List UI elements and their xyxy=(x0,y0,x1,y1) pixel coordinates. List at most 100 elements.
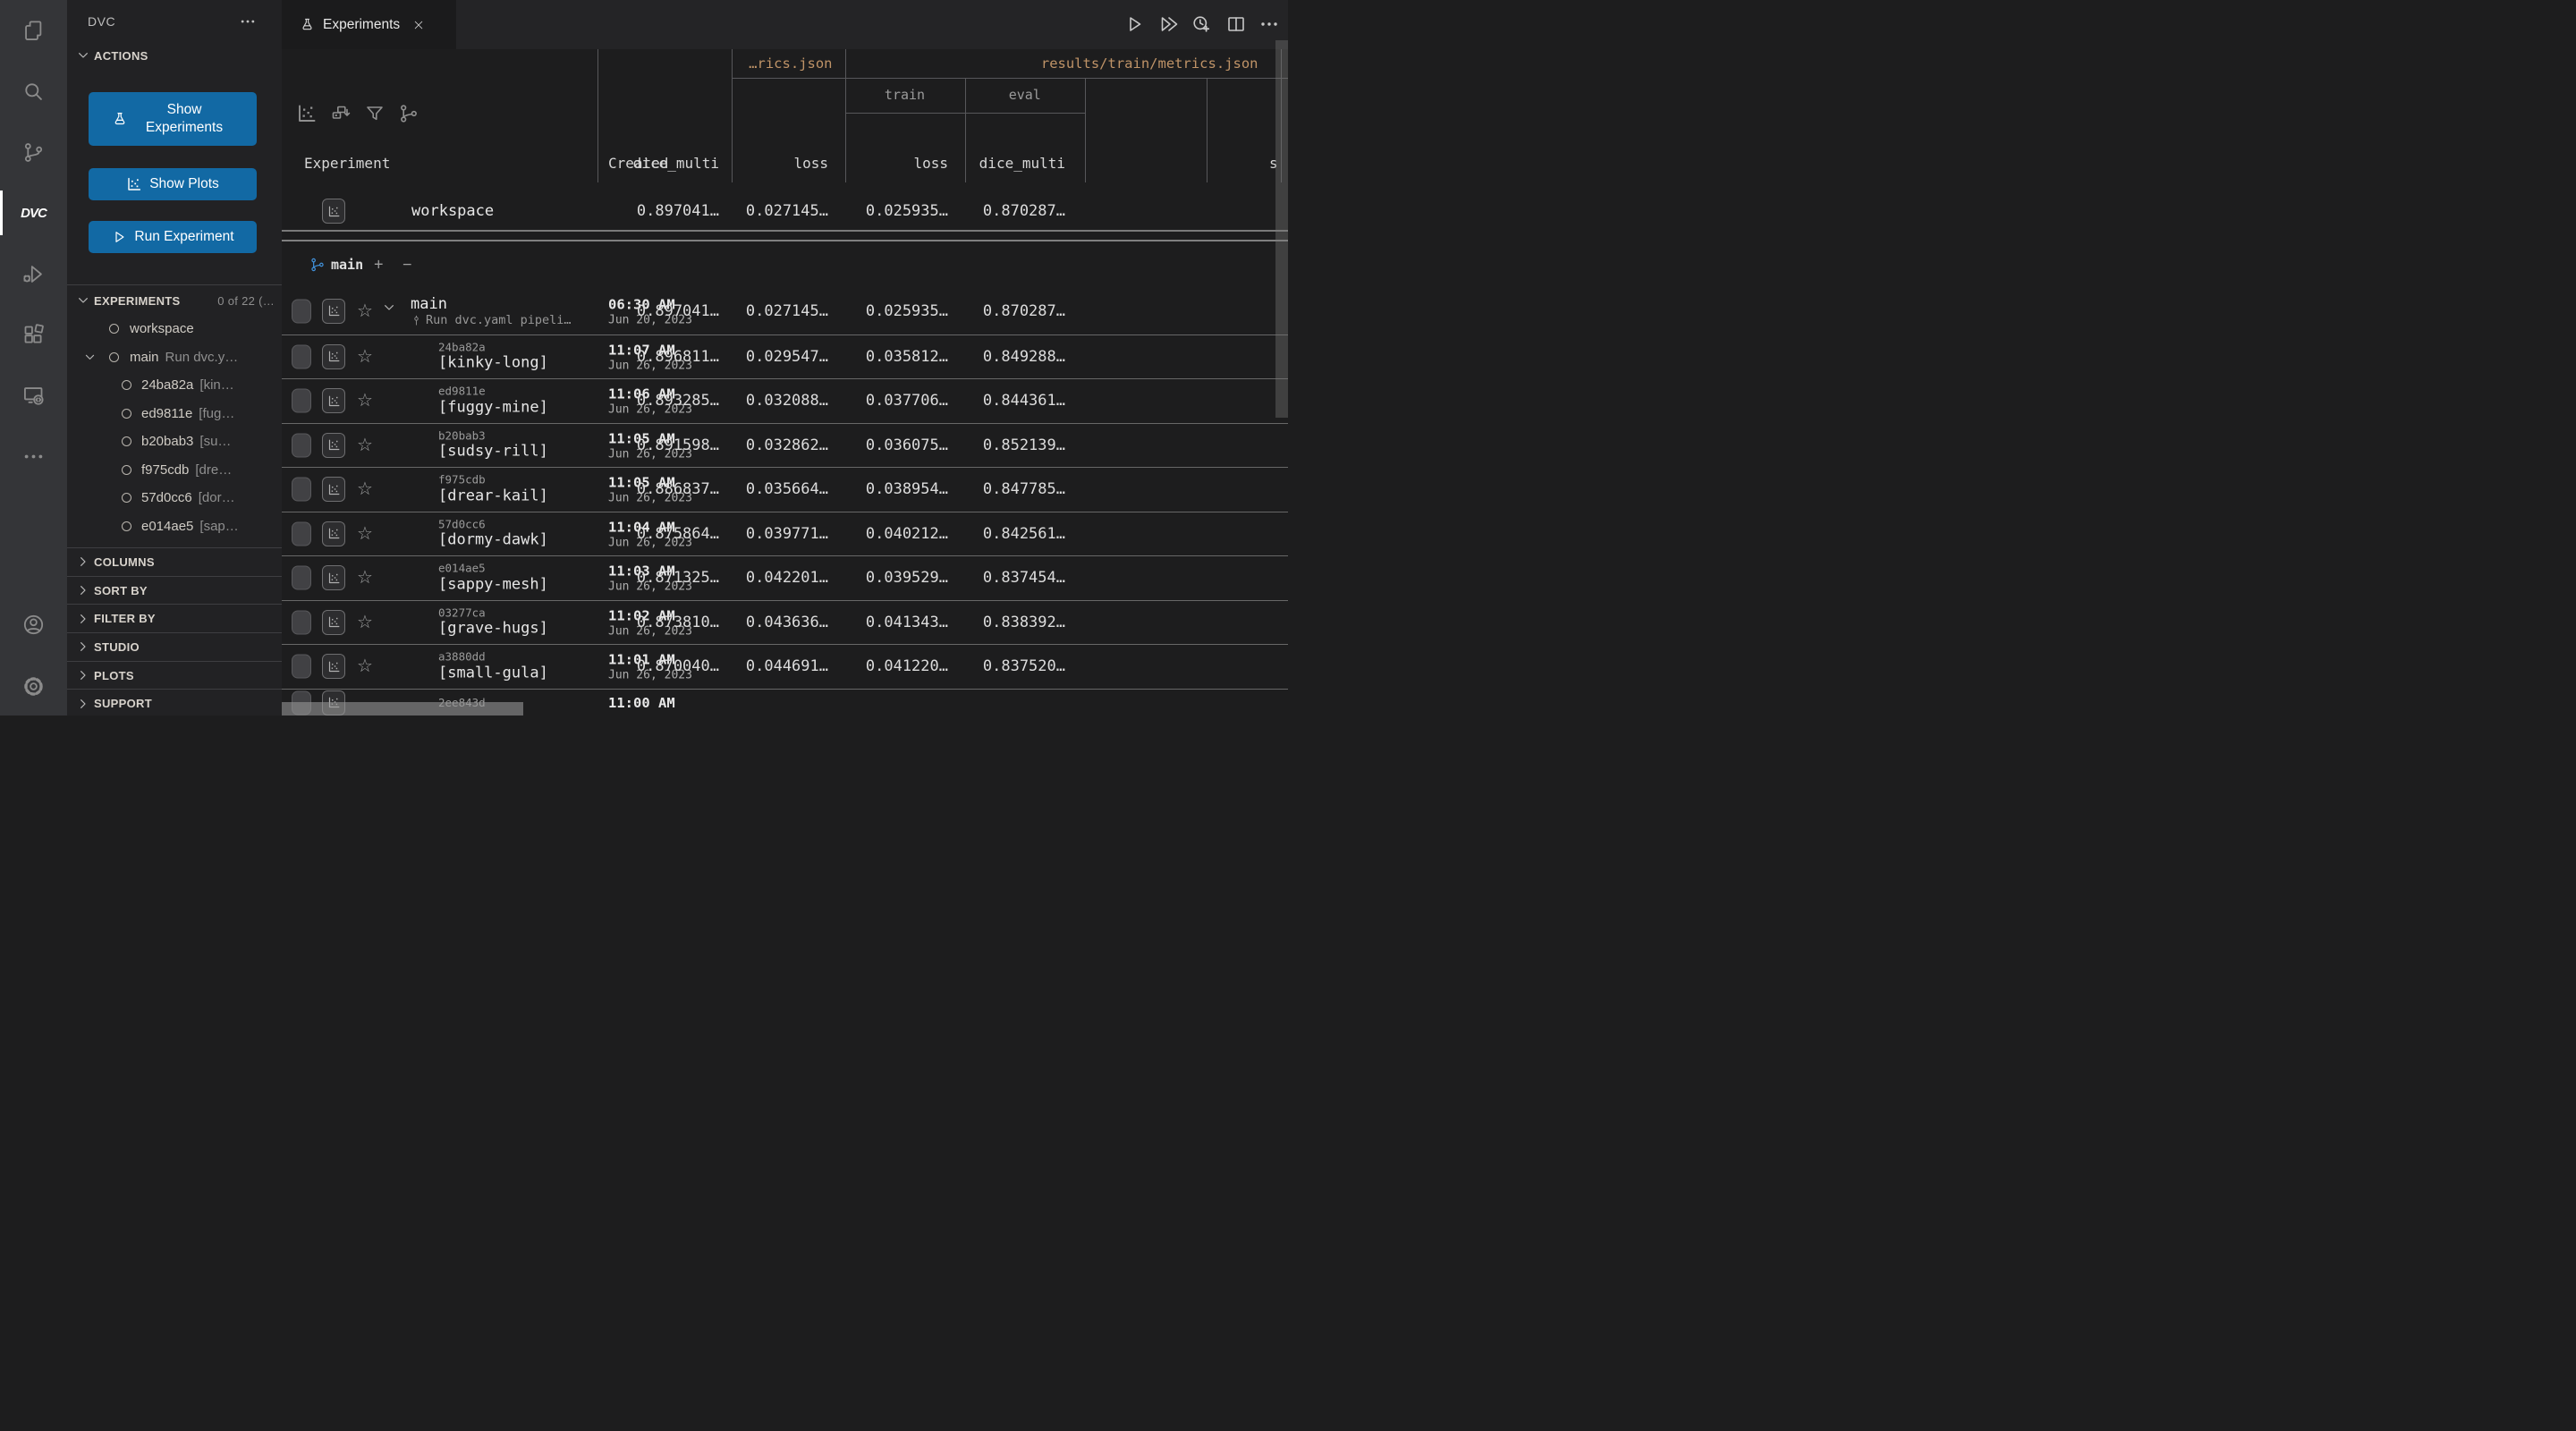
star-icon[interactable]: ☆ xyxy=(357,480,373,498)
run-experiment-button[interactable]: Run Experiment xyxy=(89,221,257,253)
sidebar-item-main[interactable]: mainRun dvc.y… xyxy=(67,343,282,372)
metrics-file-group[interactable]: …rics.json xyxy=(732,49,833,78)
plots-toggle-button[interactable] xyxy=(322,654,345,679)
activity-item-dvc[interactable]: DVC xyxy=(0,182,67,243)
plots-toggle-button[interactable] xyxy=(322,477,345,502)
sidebar-section-plots[interactable]: PLOTS xyxy=(67,661,282,690)
subgroup-eval[interactable]: eval xyxy=(965,78,1086,113)
sidebar-item-ed9811e[interactable]: ed9811e[fug… xyxy=(67,400,282,428)
filter-button[interactable] xyxy=(364,103,386,124)
add-to-queue-button[interactable] xyxy=(1191,13,1212,35)
activity-item-account[interactable] xyxy=(0,594,67,655)
star-icon[interactable]: ☆ xyxy=(357,302,373,320)
sidebar-section-studio[interactable]: STUDIO xyxy=(67,632,282,661)
col-dice-multi-train[interactable]: dice_multi xyxy=(979,155,1065,172)
activity-item-search[interactable] xyxy=(0,61,67,122)
col-dice-multi[interactable]: dice_multi xyxy=(633,155,719,172)
sidebar-item-24ba82a[interactable]: 24ba82a[kin… xyxy=(67,371,282,400)
plots-toggle-button[interactable] xyxy=(322,433,345,458)
add-branch-button[interactable]: + xyxy=(374,256,384,275)
sidebar-section-filter-by[interactable]: FILTER BY xyxy=(67,604,282,632)
table-row-a3880dd[interactable]: ☆a3880dd[small-gula]11:01 AMJun 26, 2023… xyxy=(282,645,1288,690)
sidebar-item-workspace[interactable]: workspace xyxy=(67,315,282,343)
row-checkbox[interactable] xyxy=(292,299,311,323)
activity-item-source-control[interactable] xyxy=(0,122,67,182)
metric-value: 0.893285… xyxy=(637,392,719,410)
more-actions-button[interactable] xyxy=(1258,13,1280,35)
plots-toggle-button[interactable] xyxy=(322,610,345,635)
plots-toggle-button[interactable] xyxy=(322,388,345,413)
chevron-down-icon[interactable] xyxy=(382,301,396,315)
activity-item-run-debug[interactable] xyxy=(0,243,67,304)
col-loss-train[interactable]: loss xyxy=(793,155,828,172)
star-icon[interactable]: ☆ xyxy=(357,392,373,410)
plots-toggle-button[interactable] xyxy=(322,199,345,224)
star-icon[interactable]: ☆ xyxy=(357,525,373,543)
experiment-cell: e014ae5[sappy-mesh] xyxy=(438,562,548,595)
star-icon[interactable]: ☆ xyxy=(357,614,373,631)
sidebar-item-f975cdb[interactable]: f975cdb[dre… xyxy=(67,456,282,485)
horizontal-scrollbar[interactable] xyxy=(282,702,523,716)
plots-toggle-button[interactable] xyxy=(322,521,345,546)
row-checkbox[interactable] xyxy=(292,655,311,679)
sidebar-section-support[interactable]: SUPPORT xyxy=(67,689,282,717)
plots-toggle-button[interactable] xyxy=(322,565,345,590)
col-experiment[interactable]: Experiment xyxy=(304,155,390,172)
row-checkbox[interactable] xyxy=(292,478,311,502)
metric-value: 0.035664… xyxy=(746,480,828,498)
sidebar-item-57d0cc6[interactable]: 57d0cc6[dor… xyxy=(67,484,282,512)
vertical-scrollbar[interactable] xyxy=(1275,40,1288,418)
table-row-workspace[interactable]: workspace0.897041…0.027145…0.025935…0.87… xyxy=(282,182,1288,241)
experiments-section-header[interactable]: EXPERIMENTS 0 of 22 (… xyxy=(76,293,275,308)
experiment-id: ed9811e xyxy=(438,385,548,399)
created-cell: 11:00 AM xyxy=(608,693,675,711)
row-checkbox[interactable] xyxy=(292,610,311,634)
source-control-icon xyxy=(21,140,46,165)
star-icon[interactable]: ☆ xyxy=(357,436,373,454)
show-plots-button[interactable]: Show Plots xyxy=(89,168,257,200)
branches-button[interactable] xyxy=(398,103,419,124)
star-icon[interactable]: ☆ xyxy=(357,569,373,587)
sidebar-item-e014ae5[interactable]: e014ae5[sap… xyxy=(67,512,282,541)
split-editor-button[interactable] xyxy=(1225,13,1247,35)
close-icon[interactable] xyxy=(412,19,425,31)
star-icon[interactable]: ☆ xyxy=(357,657,373,675)
sidebar-section-columns[interactable]: COLUMNS xyxy=(67,547,282,576)
move-columns-button[interactable] xyxy=(330,103,352,124)
table-row-ed9811e[interactable]: ☆ed9811e[fuggy-mine]11:06 AMJun 26, 2023… xyxy=(282,379,1288,424)
table-row-main[interactable]: ☆mainRun dvc.yaml pipeli…06:30 AMJun 20,… xyxy=(282,288,1288,335)
table-row-57d0cc6[interactable]: ☆57d0cc6[dormy-dawk]11:04 AMJun 26, 2023… xyxy=(282,512,1288,557)
row-checkbox[interactable] xyxy=(292,521,311,546)
table-row-03277ca[interactable]: ☆03277ca[grave-hugs]11:02 AMJun 26, 2023… xyxy=(282,601,1288,646)
activity-item-remote-explorer[interactable] xyxy=(0,365,67,426)
table-row-f975cdb[interactable]: ☆f975cdb[drear-kail]11:05 AMJun 26, 2023… xyxy=(282,468,1288,512)
run-all-button[interactable] xyxy=(1158,13,1180,35)
run-button[interactable] xyxy=(1123,13,1145,35)
row-checkbox[interactable] xyxy=(292,344,311,368)
subgroup-train[interactable]: train xyxy=(845,78,965,113)
plots-icon xyxy=(327,350,341,363)
activity-item-explorer[interactable] xyxy=(0,0,67,61)
tab-experiments[interactable]: Experiments xyxy=(282,0,456,49)
star-icon[interactable]: ☆ xyxy=(357,348,373,366)
col-loss-eval[interactable]: loss xyxy=(913,155,948,172)
row-checkbox[interactable] xyxy=(292,433,311,457)
sidebar-item-b20bab3[interactable]: b20bab3[su… xyxy=(67,428,282,456)
activity-item-more[interactable] xyxy=(0,426,67,487)
table-row-b20bab3[interactable]: ☆b20bab3[sudsy-rill]11:05 AMJun 26, 2023… xyxy=(282,424,1288,469)
plots-button[interactable] xyxy=(296,103,318,124)
plots-toggle-button[interactable] xyxy=(322,299,345,324)
sidebar-section-sort-by[interactable]: SORT BY xyxy=(67,576,282,605)
actions-section-header[interactable]: ACTIONS xyxy=(76,48,148,63)
table-row-24ba82a[interactable]: ☆24ba82a[kinky-long]11:07 AMJun 26, 2023… xyxy=(282,335,1288,380)
show-experiments-button[interactable]: Show Experiments xyxy=(89,92,257,146)
sidebar-more-icon[interactable] xyxy=(239,13,257,30)
table-row-e014ae5[interactable]: ☆e014ae5[sappy-mesh]11:03 AMJun 26, 2023… xyxy=(282,556,1288,601)
activity-item-extensions[interactable] xyxy=(0,304,67,365)
activity-item-settings[interactable] xyxy=(0,656,67,716)
row-checkbox[interactable] xyxy=(292,389,311,413)
row-checkbox[interactable] xyxy=(292,566,311,590)
metrics-file-group[interactable]: results/train/metrics.json xyxy=(845,49,1258,78)
plots-toggle-button[interactable] xyxy=(322,344,345,369)
remove-branch-button[interactable]: − xyxy=(402,256,412,275)
